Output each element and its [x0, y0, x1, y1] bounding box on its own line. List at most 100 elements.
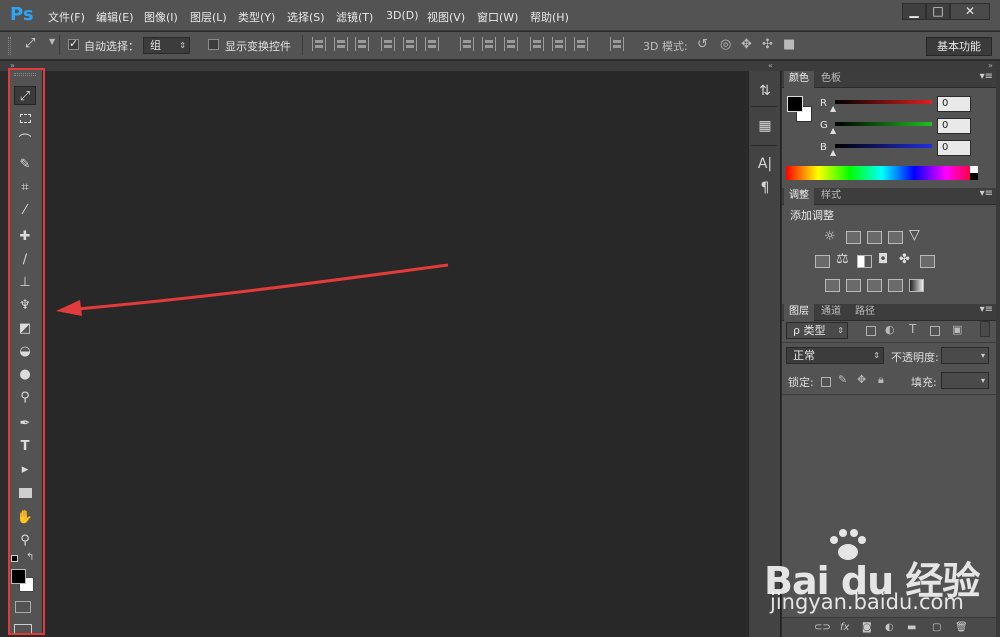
- channel-mixer-icon[interactable]: ✤: [899, 252, 910, 267]
- fill-input[interactable]: ▾: [941, 372, 989, 389]
- paragraph-panel-icon[interactable]: ¶: [755, 178, 775, 198]
- menu-type[interactable]: 类型(Y): [238, 9, 275, 25]
- align-top-icon[interactable]: [312, 37, 326, 51]
- align-left-icon[interactable]: [381, 37, 395, 51]
- menu-help[interactable]: 帮助(H): [530, 9, 569, 25]
- fx-icon[interactable]: fx: [840, 622, 849, 633]
- history-panel-icon[interactable]: ⇅: [755, 81, 775, 101]
- align-right-icon[interactable]: [425, 37, 439, 51]
- filter-pixel-icon[interactable]: [866, 326, 876, 336]
- menu-select[interactable]: 选择(S): [287, 9, 325, 25]
- document-canvas-area[interactable]: [46, 71, 746, 637]
- character-panel-icon[interactable]: A|: [755, 154, 775, 174]
- color-lookup-icon[interactable]: [920, 255, 935, 268]
- lock-position-icon[interactable]: ✥: [857, 373, 866, 386]
- black-swatch[interactable]: [970, 173, 978, 180]
- auto-select-checkbox[interactable]: [68, 37, 79, 50]
- layer-filter-kind[interactable]: ρ 类型 ⇕: [786, 322, 848, 339]
- tab-layers[interactable]: 图层: [784, 304, 814, 321]
- gradient-map-icon[interactable]: [909, 279, 924, 292]
- invert-icon[interactable]: [825, 279, 840, 292]
- 3d-slide-icon[interactable]: ✣: [762, 37, 773, 52]
- close-button[interactable]: ✕: [950, 3, 990, 20]
- tab-color[interactable]: 颜色: [784, 71, 814, 88]
- levels-icon[interactable]: [846, 231, 861, 244]
- lock-transparent-icon[interactable]: [821, 377, 831, 387]
- 3d-rotate-icon[interactable]: ↺: [697, 37, 708, 52]
- delete-layer-icon[interactable]: 🗑︎: [955, 622, 968, 633]
- link-layers-icon[interactable]: ⊂⊃: [814, 622, 831, 633]
- align-vcenter-icon[interactable]: [334, 37, 348, 51]
- expand-panels-icon[interactable]: »: [988, 61, 993, 70]
- 3d-scale-icon[interactable]: ■: [783, 37, 795, 52]
- align-hcenter-icon[interactable]: [403, 37, 417, 51]
- tab-channels[interactable]: 通道: [816, 304, 846, 321]
- curves-icon[interactable]: [867, 231, 882, 244]
- add-mask-icon[interactable]: ◙: [862, 622, 872, 633]
- brightness-contrast-icon[interactable]: ☼: [824, 229, 836, 244]
- distribute-bottom-icon[interactable]: [504, 37, 518, 51]
- filter-adjustment-icon[interactable]: ◐: [885, 323, 895, 336]
- new-layer-icon[interactable]: ▢: [932, 622, 941, 633]
- tab-paths[interactable]: 路径: [850, 304, 880, 321]
- tab-swatches[interactable]: 色板: [816, 71, 846, 88]
- menu-view[interactable]: 视图(V): [427, 9, 465, 25]
- menu-file[interactable]: 文件(F): [48, 9, 85, 25]
- blend-mode-dropdown[interactable]: 正常 ⇕: [786, 347, 884, 364]
- green-slider-thumb[interactable]: ▲: [830, 126, 836, 135]
- filter-shape-icon[interactable]: [930, 326, 940, 336]
- color-spectrum-ramp[interactable]: [786, 166, 978, 180]
- auto-select-dropdown[interactable]: 组 ⇕: [143, 37, 190, 54]
- photo-filter-icon[interactable]: ◘: [878, 252, 888, 267]
- options-grip[interactable]: [8, 37, 11, 55]
- menu-3d[interactable]: 3D(D): [386, 9, 419, 22]
- white-swatch[interactable]: [970, 166, 978, 173]
- posterize-icon[interactable]: [846, 279, 861, 292]
- menu-layer[interactable]: 图层(L): [190, 9, 227, 25]
- selective-color-icon[interactable]: [888, 279, 903, 292]
- move-tool-preset-icon[interactable]: ⤢: [25, 36, 35, 51]
- panel-menu-icon[interactable]: ▾≡: [980, 71, 993, 82]
- filter-smart-object-icon[interactable]: ▣: [952, 323, 962, 336]
- properties-panel-icon[interactable]: ▦: [755, 116, 775, 136]
- color-balance-icon[interactable]: ⚖: [836, 251, 849, 267]
- hue-saturation-icon[interactable]: [815, 255, 830, 268]
- minimize-button[interactable]: ▁: [902, 3, 926, 20]
- red-slider[interactable]: [835, 100, 932, 104]
- panel-menu-icon[interactable]: ▾≡: [980, 188, 993, 199]
- filter-toggle[interactable]: [980, 321, 990, 337]
- red-slider-thumb[interactable]: ▲: [830, 104, 836, 113]
- distribute-hcenter-icon[interactable]: [552, 37, 566, 51]
- menu-edit[interactable]: 编辑(E): [96, 9, 134, 25]
- distribute-left-icon[interactable]: [530, 37, 544, 51]
- red-value-input[interactable]: 0: [937, 96, 971, 112]
- filter-type-icon[interactable]: T: [909, 322, 916, 336]
- opacity-input[interactable]: ▾: [941, 347, 989, 364]
- threshold-icon[interactable]: [867, 279, 882, 292]
- distribute-right-icon[interactable]: [574, 37, 588, 51]
- new-group-icon[interactable]: ▬: [907, 622, 916, 633]
- align-bottom-icon[interactable]: [355, 37, 369, 51]
- new-adjustment-icon[interactable]: ◐: [885, 622, 894, 633]
- auto-align-icon[interactable]: [610, 37, 624, 51]
- green-value-input[interactable]: 0: [937, 118, 971, 134]
- distribute-top-icon[interactable]: [460, 37, 474, 51]
- blue-slider-thumb[interactable]: ▲: [830, 148, 836, 157]
- menu-filter[interactable]: 滤镜(T): [336, 9, 373, 25]
- menu-image[interactable]: 图像(I): [144, 9, 178, 25]
- chevron-down-icon[interactable]: ▼: [49, 37, 55, 46]
- maximize-button[interactable]: □: [926, 3, 950, 20]
- collapse-panels-icon[interactable]: «: [768, 61, 773, 70]
- panel-menu-icon[interactable]: ▾≡: [980, 304, 993, 315]
- 3d-drag-icon[interactable]: ✥: [741, 37, 752, 52]
- blue-value-input[interactable]: 0: [937, 140, 971, 156]
- lock-pixels-icon[interactable]: ✎: [838, 373, 847, 386]
- color-fg-swatch[interactable]: [787, 96, 803, 112]
- show-transform-checkbox[interactable]: [208, 39, 219, 50]
- workspace-switcher[interactable]: 基本功能: [926, 37, 992, 56]
- exposure-icon[interactable]: [888, 231, 903, 244]
- 3d-roll-icon[interactable]: ◎: [720, 37, 731, 52]
- vibrance-icon[interactable]: ▽: [909, 227, 920, 243]
- green-slider[interactable]: [835, 122, 932, 126]
- blue-slider[interactable]: [835, 144, 932, 148]
